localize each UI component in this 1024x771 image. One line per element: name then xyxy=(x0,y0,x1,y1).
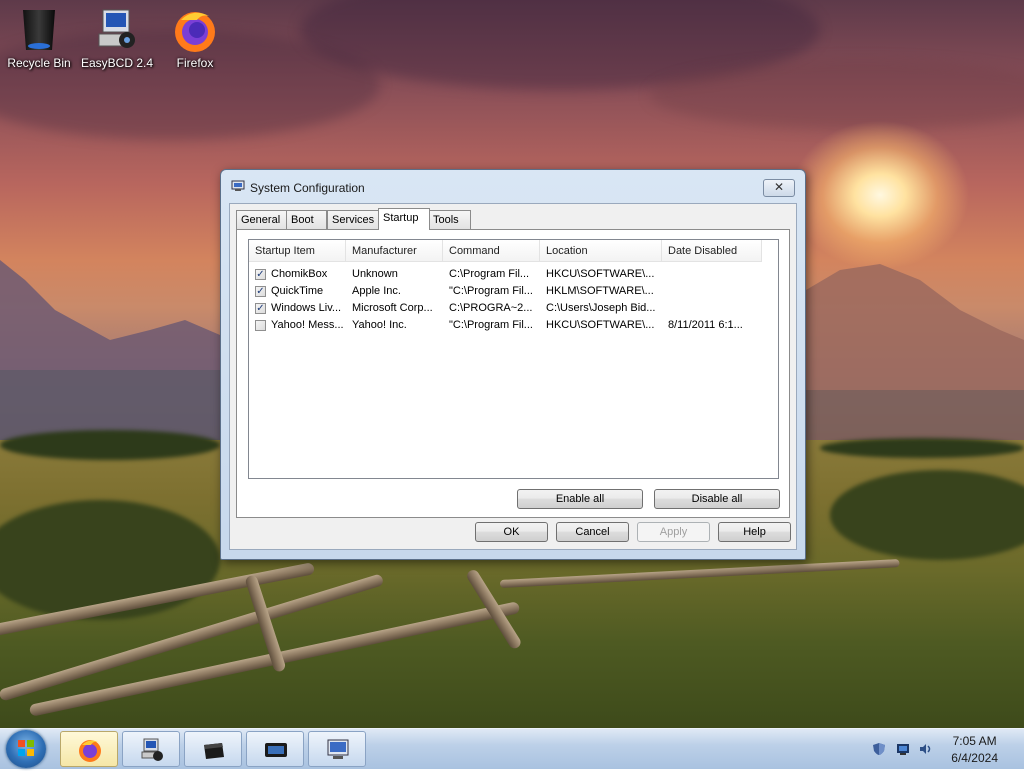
cell-startup-item: Yahoo! Mess... xyxy=(271,319,343,331)
drive-icon xyxy=(201,737,227,763)
desktop-icon-recycle-bin[interactable]: Recycle Bin xyxy=(2,6,76,70)
taskbar-item-easybcd[interactable] xyxy=(122,731,180,767)
startup-items-list[interactable]: Startup Item Manufacturer Command Locati… xyxy=(248,239,779,479)
cell-date-disabled: 8/11/2011 6:1... xyxy=(668,319,743,331)
start-button[interactable] xyxy=(6,730,46,768)
cell-command: "C:\Program Fil... xyxy=(449,319,533,331)
dialog-client-area: General Boot Services Startup Tools Star… xyxy=(229,203,797,550)
system-config-icon xyxy=(325,737,351,763)
cell-startup-item: Windows Liv... xyxy=(271,302,342,314)
cell-location: HKCU\SOFTWARE\... xyxy=(546,268,655,280)
cell-startup-item: ChomikBox xyxy=(271,268,328,280)
checkmark-icon: ✓ xyxy=(256,286,265,297)
windows-logo-icon xyxy=(18,740,34,756)
taskbar-item-system-configuration[interactable] xyxy=(308,731,366,767)
column-header-command[interactable]: Command xyxy=(443,240,540,262)
easybcd-icon xyxy=(139,737,165,763)
startup-tab-panel: Startup Item Manufacturer Command Locati… xyxy=(236,229,790,518)
checkmark-icon: ✓ xyxy=(256,269,265,280)
cell-date-disabled xyxy=(668,300,760,317)
column-header-startup-item[interactable]: Startup Item xyxy=(249,240,346,262)
table-row[interactable]: ✓ QuickTime Apple Inc. "C:\Program Fil..… xyxy=(249,283,778,300)
cell-manufacturer: Unknown xyxy=(352,268,398,280)
column-header-location[interactable]: Location xyxy=(540,240,662,262)
wallpaper-treeline xyxy=(0,430,220,460)
wallpaper-treeline xyxy=(820,438,1024,458)
tab-label: General xyxy=(241,214,281,226)
tab-services[interactable]: Services xyxy=(327,210,381,229)
title-bar[interactable]: System Configuration ✕ xyxy=(221,170,805,204)
startup-item-checkbox[interactable]: ✓ xyxy=(255,269,266,280)
cancel-button[interactable]: Cancel xyxy=(556,522,629,542)
tab-label: Tools xyxy=(433,214,459,226)
clock-time: 7:05 AM xyxy=(952,734,997,748)
taskbar: 7:05 AM 6/4/2024 xyxy=(0,728,1024,769)
cell-command: C:\PROGRA~2... xyxy=(449,302,533,314)
startup-item-checkbox[interactable]: ✓ xyxy=(255,286,266,297)
network-icon[interactable] xyxy=(896,742,910,756)
tab-label: Services xyxy=(332,214,375,226)
table-row[interactable]: ✓ ChomikBox Unknown C:\Program Fil... HK… xyxy=(249,266,778,283)
desktop-icon-label: Recycle Bin xyxy=(7,56,71,70)
clock[interactable]: 7:05 AM 6/4/2024 xyxy=(951,733,998,767)
desktop-icon-label: Firefox xyxy=(176,56,214,70)
tab-label: Startup xyxy=(383,212,419,224)
cell-location: HKCU\SOFTWARE\... xyxy=(546,319,655,331)
ok-button[interactable]: OK xyxy=(475,522,548,542)
startup-item-checkbox[interactable] xyxy=(255,320,266,331)
volume-icon[interactable] xyxy=(918,742,932,756)
monitor-icon xyxy=(263,737,289,763)
tab-label: Boot xyxy=(291,214,314,226)
desktop-icon-firefox[interactable]: Firefox xyxy=(158,6,232,70)
cell-location: C:\Users\Joseph Bid... xyxy=(546,302,656,314)
close-icon: ✕ xyxy=(773,180,785,194)
cell-manufacturer: Microsoft Corp... xyxy=(352,302,433,314)
help-button[interactable]: Help xyxy=(718,522,791,542)
cell-date-disabled xyxy=(668,283,760,300)
cell-command: "C:\Program Fil... xyxy=(449,285,533,297)
system-configuration-window: System Configuration ✕ General Boot Serv… xyxy=(220,169,806,560)
checkmark-icon: ✓ xyxy=(256,303,265,314)
taskbar-item-monitor[interactable] xyxy=(246,731,304,767)
wallpaper-cloud xyxy=(650,60,1024,130)
column-header-label: Command xyxy=(449,245,500,257)
clock-date: 6/4/2024 xyxy=(951,751,998,765)
column-header-label: Manufacturer xyxy=(352,245,417,257)
cell-manufacturer: Yahoo! Inc. xyxy=(352,319,407,331)
table-row[interactable]: Yahoo! Mess... Yahoo! Inc. "C:\Program F… xyxy=(249,317,778,334)
desktop-icon-easybcd[interactable]: EasyBCD 2.4 xyxy=(80,6,154,70)
column-header-date-disabled[interactable]: Date Disabled xyxy=(662,240,762,262)
column-header-label: Date Disabled xyxy=(668,245,738,257)
recycle-bin-icon xyxy=(15,6,63,54)
window-title: System Configuration xyxy=(250,181,365,195)
tab-boot[interactable]: Boot xyxy=(286,210,327,229)
desktop-icon-label: EasyBCD 2.4 xyxy=(80,56,154,70)
cell-date-disabled xyxy=(668,266,760,283)
system-tray: 7:05 AM 6/4/2024 xyxy=(864,729,1024,769)
tab-startup[interactable]: Startup xyxy=(378,208,430,230)
system-config-icon xyxy=(231,180,245,192)
wallpaper-sun xyxy=(790,120,970,270)
column-header-manufacturer[interactable]: Manufacturer xyxy=(346,240,443,262)
tab-tools[interactable]: Tools xyxy=(428,210,471,229)
taskbar-item-firefox[interactable] xyxy=(60,731,118,767)
easybcd-icon xyxy=(93,6,141,54)
table-row[interactable]: ✓ Windows Liv... Microsoft Corp... C:\PR… xyxy=(249,300,778,317)
taskbar-item-drive[interactable] xyxy=(184,731,242,767)
cell-command: C:\Program Fil... xyxy=(449,268,530,280)
cell-startup-item: QuickTime xyxy=(271,285,324,297)
enable-all-button[interactable]: Enable all xyxy=(517,489,643,509)
apply-button[interactable]: Apply xyxy=(637,522,710,542)
cell-manufacturer: Apple Inc. xyxy=(352,285,401,297)
close-button[interactable]: ✕ xyxy=(763,179,795,197)
startup-item-checkbox[interactable]: ✓ xyxy=(255,303,266,314)
column-header-label: Location xyxy=(546,245,588,257)
cell-location: HKLM\SOFTWARE\... xyxy=(546,285,654,297)
security-shield-icon[interactable] xyxy=(872,742,886,756)
tab-general[interactable]: General xyxy=(236,210,288,229)
column-header-label: Startup Item xyxy=(255,245,315,257)
disable-all-button[interactable]: Disable all xyxy=(654,489,780,509)
firefox-icon xyxy=(77,737,103,763)
firefox-icon xyxy=(171,6,219,54)
